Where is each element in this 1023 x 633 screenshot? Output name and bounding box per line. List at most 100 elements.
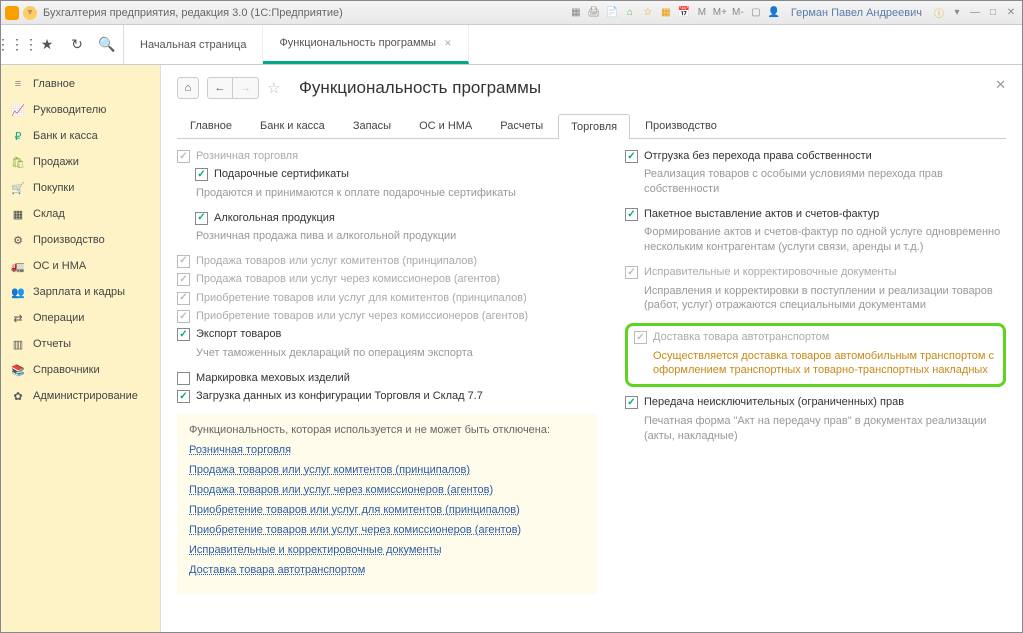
checkbox[interactable] xyxy=(195,212,208,225)
checkbox-row: Приобретение товаров или услуг для комит… xyxy=(177,291,597,306)
locked-link[interactable]: Продажа товаров или услуг комитентов (пр… xyxy=(189,464,585,476)
sidebar-item[interactable]: 🛒Покупки xyxy=(1,175,160,201)
locked-link[interactable]: Приобретение товаров или услуг для комит… xyxy=(189,504,585,516)
checkbox-label: Доставка товара автотранспортом xyxy=(653,330,829,345)
checkbox-row[interactable]: Маркировка меховых изделий xyxy=(177,371,597,386)
content-tab[interactable]: Запасы xyxy=(340,113,404,138)
tb-icon[interactable]: M+ xyxy=(713,6,727,20)
forward-button: → xyxy=(233,77,259,99)
minimize-icon[interactable]: — xyxy=(968,6,982,20)
history-icon[interactable]: ↻ xyxy=(69,37,85,53)
page-title: Функциональность программы xyxy=(299,78,541,98)
tb-icon[interactable]: 📅 xyxy=(677,6,691,20)
checkbox-row[interactable]: Отгрузка без перехода права собственност… xyxy=(625,149,1006,164)
close-icon[interactable]: ✕ xyxy=(1004,6,1018,20)
content-tab[interactable]: Торговля xyxy=(558,114,630,139)
sidebar-item[interactable]: ▦Склад xyxy=(1,201,160,227)
tab-start-page[interactable]: Начальная страница xyxy=(124,25,263,64)
apps-icon[interactable]: ⋮⋮⋮ xyxy=(9,37,25,53)
checkbox-row[interactable]: Пакетное выставление актов и счетов-факт… xyxy=(625,207,1006,222)
sidebar-item[interactable]: ⚙Производство xyxy=(1,227,160,253)
checkbox-label: Алкогольная продукция xyxy=(214,211,335,226)
tab-functionality[interactable]: Функциональность программы ✕ xyxy=(263,25,468,64)
tb-icon[interactable]: ▦ xyxy=(569,6,583,20)
sidebar-item[interactable]: 👥Зарплата и кадры xyxy=(1,279,160,305)
sidebar-label: Главное xyxy=(33,78,75,90)
checkbox[interactable] xyxy=(195,168,208,181)
tb-icon[interactable]: 🖨 xyxy=(587,6,601,20)
back-button[interactable]: ← xyxy=(207,77,233,99)
checkbox-row: Приобретение товаров или услуг через ком… xyxy=(177,309,597,324)
maximize-icon[interactable]: □ xyxy=(986,6,1000,20)
checkbox-row[interactable]: Экспорт товаров xyxy=(177,327,597,342)
locked-link[interactable]: Доставка товара автотранспортом xyxy=(189,564,585,576)
sidebar-item[interactable]: 🚛ОС и НМА xyxy=(1,253,160,279)
checkbox-label: Исправительные и корректировочные докуме… xyxy=(644,265,897,280)
sidebar-label: Банк и касса xyxy=(33,130,98,142)
yellow-box-title: Функциональность, которая используется и… xyxy=(189,424,585,436)
tb-icon[interactable]: ▦ xyxy=(659,6,673,20)
sidebar: ≡Главное📈Руководителю₽Банк и касса🛍Прода… xyxy=(1,65,161,632)
content-tab[interactable]: Главное xyxy=(177,113,245,138)
checkbox[interactable] xyxy=(625,396,638,409)
tab-close-icon[interactable]: ✕ xyxy=(444,38,452,49)
content-tab[interactable]: Банк и касса xyxy=(247,113,338,138)
sidebar-item[interactable]: ⇄Операции xyxy=(1,305,160,331)
tb-icon[interactable]: ⌂ xyxy=(623,6,637,20)
tb-icon[interactable]: ▢ xyxy=(749,6,763,20)
tab-label: Начальная страница xyxy=(140,39,246,51)
sidebar-label: Операции xyxy=(33,312,84,324)
sidebar-item[interactable]: ≡Главное xyxy=(1,71,160,97)
sidebar-label: Склад xyxy=(33,208,65,220)
locked-link[interactable]: Исправительные и корректировочные докуме… xyxy=(189,544,585,556)
sidebar-icon: ▥ xyxy=(11,337,25,351)
checkbox-row[interactable]: Подарочные сертификаты xyxy=(195,167,597,182)
sidebar-item[interactable]: ▥ Отчеты xyxy=(1,331,160,357)
user-icon[interactable]: 👤 xyxy=(767,6,781,20)
description-text: Продаются и принимаются к оплате подароч… xyxy=(196,186,597,201)
checkbox-label: Экспорт товаров xyxy=(196,327,281,342)
sidebar-item[interactable]: 🛍Продажи xyxy=(1,149,160,175)
dropdown-icon[interactable]: ▾ xyxy=(23,6,37,20)
checkbox[interactable] xyxy=(625,208,638,221)
content-tab[interactable]: ОС и НМА xyxy=(406,113,485,138)
tb-icon[interactable]: ☆ xyxy=(641,6,655,20)
sidebar-label: Отчеты xyxy=(33,338,71,350)
sidebar-icon: ✿ xyxy=(11,389,25,403)
description-text: Реализация товаров с особыми условиями п… xyxy=(644,167,1006,197)
home-button[interactable]: ⌂ xyxy=(177,77,199,99)
sidebar-label: ОС и НМА xyxy=(33,260,86,272)
locked-link[interactable]: Продажа товаров или услуг через комиссио… xyxy=(189,484,585,496)
checkbox[interactable] xyxy=(177,328,190,341)
checkbox-label: Розничная торговля xyxy=(196,149,298,164)
content-tab[interactable]: Расчеты xyxy=(487,113,556,138)
sidebar-item[interactable]: 📚Справочники xyxy=(1,357,160,383)
sidebar-label: Администрирование xyxy=(33,390,138,402)
close-page-icon[interactable]: ✕ xyxy=(995,77,1006,93)
user-name[interactable]: Герман Павел Андреевич xyxy=(791,7,922,19)
favorite-star-icon[interactable]: ☆ xyxy=(267,79,285,97)
tb-icon[interactable]: 📄 xyxy=(605,6,619,20)
sidebar-item[interactable]: ₽Банк и касса xyxy=(1,123,160,149)
checkbox[interactable] xyxy=(625,150,638,163)
sidebar-item[interactable]: ✿ Администрирование xyxy=(1,383,160,409)
checkbox-row[interactable]: Передача неисключительных (ограниченных)… xyxy=(625,395,1006,410)
checkbox[interactable] xyxy=(177,372,190,385)
tab-label: Функциональность программы xyxy=(279,37,436,49)
star-icon[interactable]: ★ xyxy=(39,37,55,53)
dropdown-icon[interactable]: ▾ xyxy=(950,6,964,20)
locked-link[interactable]: Приобретение товаров или услуг через ком… xyxy=(189,524,585,536)
checkbox-row[interactable]: Загрузка данных из конфигурации Торговля… xyxy=(177,389,597,404)
checkbox[interactable] xyxy=(177,390,190,403)
locked-link[interactable]: Розничная торговля xyxy=(189,444,585,456)
sidebar-item[interactable]: 📈Руководителю xyxy=(1,97,160,123)
tb-icon[interactable]: M xyxy=(695,6,709,20)
checkbox-row[interactable]: Алкогольная продукция xyxy=(195,211,597,226)
search-icon[interactable]: 🔍 xyxy=(99,37,115,53)
tb-icon[interactable]: M- xyxy=(731,6,745,20)
checkbox xyxy=(177,255,190,268)
content-tab[interactable]: Производство xyxy=(632,113,730,138)
info-icon[interactable]: ⓘ xyxy=(932,6,946,20)
left-column: Розничная торговля Подарочные сертификаты… xyxy=(177,149,597,594)
checkbox-label: Продажа товаров или услуг комитентов (пр… xyxy=(196,254,477,269)
